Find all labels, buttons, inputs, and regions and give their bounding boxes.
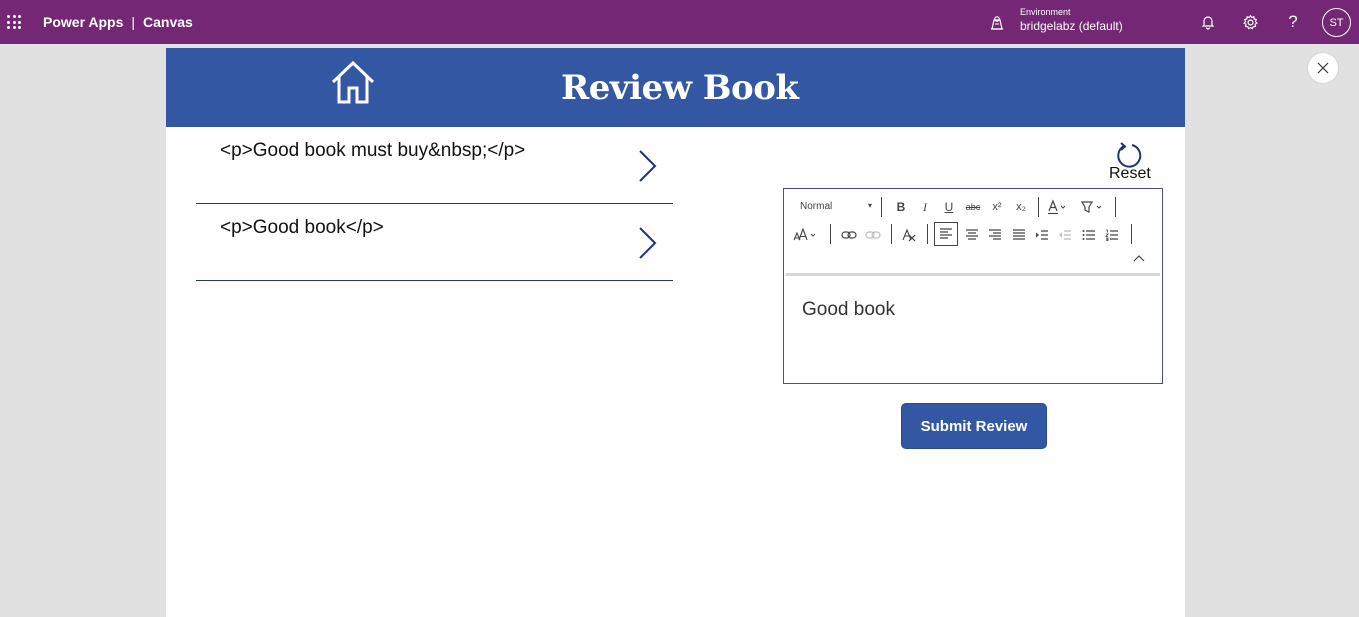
font-size-icon[interactable] [792,225,820,245]
bold-button[interactable]: B [890,198,912,216]
bell-icon[interactable] [1199,13,1217,31]
submit-review-button[interactable]: Submit Review [901,403,1047,449]
superscript-button[interactable]: x² [986,198,1008,216]
collapse-toolbar-icon[interactable] [1130,251,1148,265]
align-left-icon[interactable] [934,222,958,246]
environment-label: Environment [1020,7,1071,17]
app-header: Review Book [166,48,1185,127]
page-title: Review Book [561,68,799,108]
highlight-color-icon[interactable] [1078,197,1106,217]
review-item[interactable]: <p>Good book must buy&nbsp;</p> [196,127,673,204]
editor-content[interactable]: Good book [802,299,895,321]
review-text: <p>Good book must buy&nbsp;</p> [220,140,526,161]
link-icon[interactable] [838,225,860,245]
unlink-icon[interactable] [862,225,884,245]
outdent-icon[interactable] [1054,225,1076,245]
editor-toolbar: Normal ▾ B I U abc x² x₂ [786,191,1160,273]
app-brand: Power Apps | Canvas [43,14,193,30]
chevron-right-icon[interactable] [636,225,660,261]
strikethrough-button[interactable]: abc [961,198,985,216]
rich-text-editor: Normal ▾ B I U abc x² x₂ Good book [783,188,1163,384]
underline-button[interactable]: U [938,198,960,216]
align-right-icon[interactable] [984,225,1006,245]
chevron-right-icon[interactable] [636,148,660,184]
justify-icon[interactable] [1008,225,1030,245]
app-name[interactable]: Power Apps [43,14,123,30]
user-avatar[interactable]: ST [1322,8,1351,37]
brand-separator: | [131,14,136,30]
dropdown-arrow-icon: ▾ [867,201,872,210]
font-color-icon[interactable] [1044,197,1070,217]
reviews-gallery: <p>Good book must buy&nbsp;</p> <p>Good … [196,127,673,281]
reset-label[interactable]: Reset [1109,165,1151,183]
editor-divider [786,273,1160,276]
indent-icon[interactable] [1031,225,1053,245]
environment-icon[interactable] [989,15,1005,31]
bulleted-list-icon[interactable] [1078,225,1100,245]
home-icon[interactable] [329,60,377,106]
format-value: Normal [800,201,833,212]
italic-button[interactable]: I [914,198,936,216]
close-button[interactable] [1308,53,1338,83]
subscript-button[interactable]: x₂ [1010,198,1032,216]
help-icon[interactable]: ? [1284,12,1302,31]
environment-name[interactable]: bridgelabz (default) [1020,19,1123,33]
section-name: Canvas [143,14,193,30]
align-center-icon[interactable] [961,225,983,245]
power-apps-topbar: Power Apps | Canvas Environment bridgelabz… [0,0,1359,44]
app-canvas: Review Book <p>Good book must buy&nbsp;<… [166,48,1185,617]
app-launcher-icon[interactable] [7,15,21,29]
review-item[interactable]: <p>Good book</p> [196,204,673,281]
close-icon [1317,62,1329,74]
paragraph-format-dropdown[interactable]: Normal ▾ [792,201,876,217]
numbered-list-icon[interactable] [1101,225,1123,245]
gear-icon[interactable] [1241,13,1259,31]
review-text: <p>Good book</p> [220,217,384,238]
clear-formatting-icon[interactable] [898,225,920,245]
